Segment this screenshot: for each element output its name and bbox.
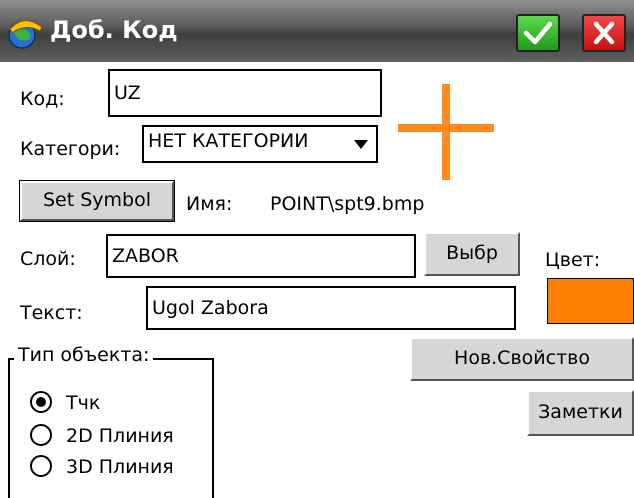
select-button[interactable]: Выбр [424,232,520,276]
window-title: Доб. Код [50,16,178,44]
radio-3d-polyline-label: 3D Плиния [66,456,174,478]
plus-cross-icon [398,84,494,180]
layer-label: Слой: [20,248,76,270]
object-type-title: Тип объекта: [14,344,154,366]
close-button[interactable] [582,14,626,52]
text-input[interactable]: Ugol Zabora [146,286,516,330]
text-label: Текст: [20,302,83,324]
set-symbol-button[interactable]: Set Symbol [19,180,175,222]
radio-2d-polyline[interactable] [30,424,52,446]
code-label: Код: [20,88,65,110]
category-label: Категори: [20,138,121,160]
new-property-button[interactable]: Нов.Свойство [410,337,634,381]
name-value: POINT\spt9.bmp [270,193,425,215]
radio-point-label: Тчк [66,392,101,414]
radio-point[interactable] [30,391,52,413]
code-input[interactable]: UZ [108,69,382,117]
helmet-globe-icon [6,15,46,49]
category-value: НЕТ КАТЕГОРИИ [148,130,309,152]
radio-2d-polyline-label: 2D Плиния [66,425,174,447]
radio-3d-polyline[interactable] [30,455,52,477]
close-icon [593,21,615,45]
layer-input[interactable]: ZABOR [106,234,416,278]
name-label: Имя: [186,193,233,215]
checkmark-icon [523,21,553,45]
color-swatch[interactable] [547,278,634,324]
ok-button[interactable] [516,14,560,52]
color-label: Цвет: [545,249,601,271]
notes-button[interactable]: Заметки [527,390,634,436]
category-select[interactable]: НЕТ КАТЕГОРИИ [142,125,378,163]
triangle-down-icon [354,140,368,149]
title-bar: Доб. Код [0,0,634,62]
